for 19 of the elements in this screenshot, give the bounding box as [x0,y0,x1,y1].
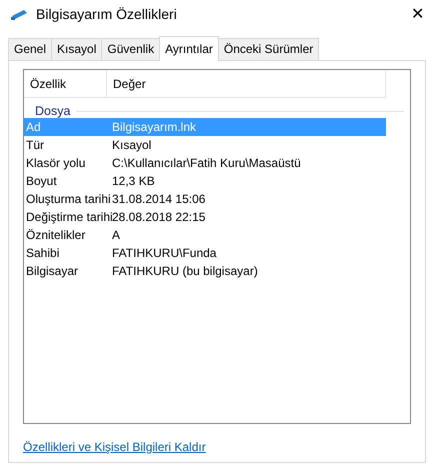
tab[interactable]: Önceki Sürümler [218,38,320,60]
close-button[interactable]: ✕ [411,4,424,24]
tab[interactable]: Güvenlik [101,38,160,60]
tab[interactable]: Kısayol [51,38,102,60]
list-row[interactable]: Değiştirme tarihi28.08.2018 22:15 [24,208,386,226]
list-row[interactable]: Boyut 12,3 KB [24,172,386,190]
list-row[interactable]: Klasör yolu C:\Kullanıcılar\Fatih Kuru\Masaüstü [24,154,386,172]
group-header: Dosya [35,104,70,118]
column-header[interactable]: Değer [107,70,386,97]
list-row[interactable]: Sahibi FATIHKURU\Funda [24,244,386,262]
list-row[interactable]: Öznitelikler A [24,226,386,244]
window-title: Bilgisayarım Özellikleri [36,6,178,22]
column-header[interactable]: Özellik [24,70,107,97]
list-row[interactable]: Tür Kısayol [24,136,386,154]
tab[interactable]: Genel [8,38,52,60]
remove-properties-link[interactable]: Özellikleri ve Kişisel Bilgileri Kaldır [23,440,206,454]
tab[interactable]: Ayrıntılar [159,36,219,61]
list-row[interactable]: Oluşturma tarihi 31.08.2014 15:06 [24,190,386,208]
list-row[interactable]: Bilgisayar FATIHKURU (bu bilgisayar) [24,262,386,280]
